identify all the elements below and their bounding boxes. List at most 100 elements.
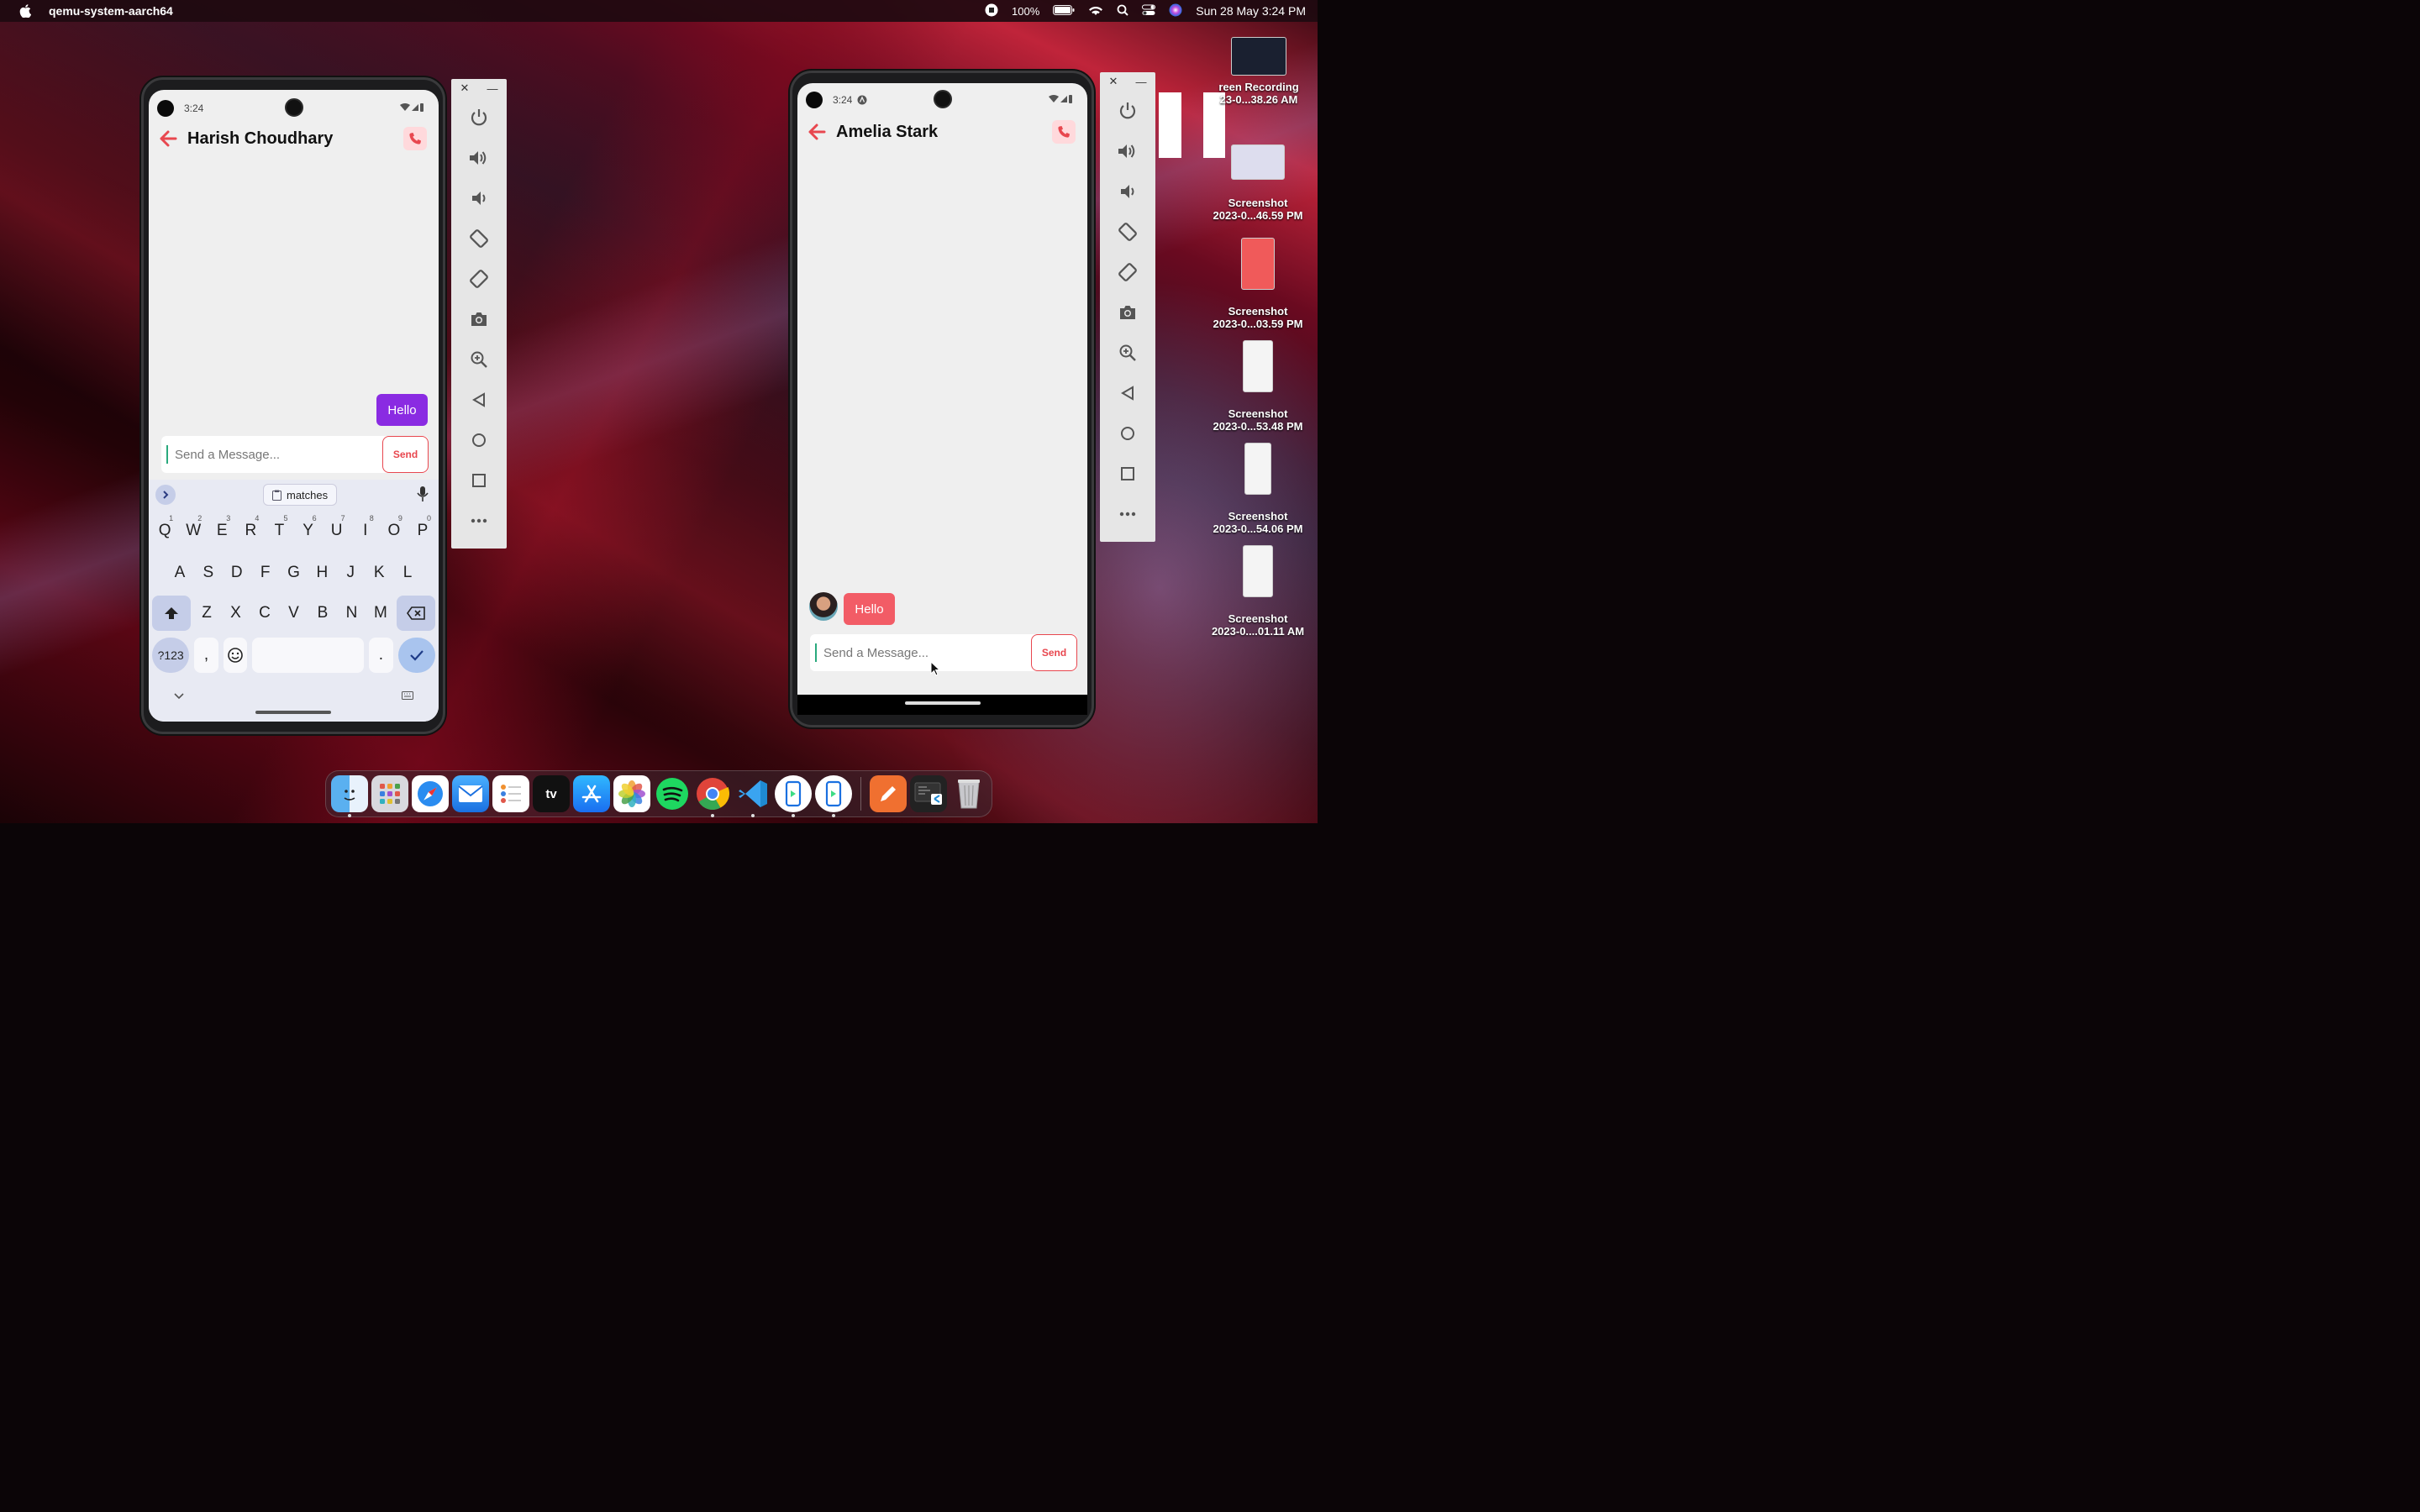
desktop-file-screenshot[interactable]: Screenshot 2023-0....01.11 AM [1199,545,1317,638]
power-button[interactable] [459,97,499,138]
android-emulator-icon[interactable] [815,775,852,817]
emoji-key[interactable] [223,638,248,673]
key-t[interactable]: T5 [266,513,292,549]
appstore-icon[interactable] [573,775,610,812]
volume-up-button[interactable] [1107,131,1148,171]
gesture-nav-bar[interactable] [255,711,331,714]
power-button[interactable] [1107,91,1148,131]
clipboard-suggestion[interactable]: matches [263,484,338,506]
desktop-file-screen-recording[interactable]: reen Recording 23-0...38.26 AM [1200,37,1318,106]
screen-record-icon[interactable] [985,3,998,19]
minimize-icon[interactable]: — [1135,76,1146,88]
desktop-file-screenshot[interactable]: Screenshot 2023-0...53.48 PM [1199,340,1317,433]
keyboard-switch-icon[interactable] [402,691,413,700]
key-m[interactable]: M [368,596,393,631]
close-icon[interactable]: ✕ [460,81,470,95]
desktop-file-screenshot[interactable]: Screenshot 2023-0...54.06 PM [1199,443,1317,535]
desktop-file-screenshot[interactable]: Screenshot 2023-0...03.59 PM [1199,238,1317,330]
key-d[interactable]: D [224,555,250,591]
key-j[interactable]: J [338,555,363,591]
key-l[interactable]: L [395,555,420,591]
key-g[interactable]: G [281,555,307,591]
screenshot-button[interactable] [1107,292,1148,333]
message-input[interactable] [815,643,1031,662]
volume-up-button[interactable] [459,138,499,178]
battery-icon[interactable] [1053,4,1075,18]
key-p[interactable]: P0 [410,513,435,549]
key-x[interactable]: X [223,596,248,631]
finder-icon[interactable] [331,775,368,817]
terminal-vscode-icon[interactable] [910,775,947,812]
control-center-icon[interactable] [1142,4,1156,18]
enter-key[interactable] [397,638,435,673]
microphone-icon[interactable] [417,486,429,501]
shift-key[interactable] [152,596,191,631]
screenshot-button[interactable] [459,299,499,339]
back-arrow-icon[interactable] [159,129,177,148]
key-b[interactable]: B [310,596,335,631]
zoom-button[interactable] [459,339,499,380]
safari-icon[interactable] [412,775,449,812]
wifi-icon[interactable] [1088,4,1103,18]
call-button[interactable] [403,127,427,150]
window-drag-handle[interactable] [1159,92,1181,158]
period-key[interactable]: . [369,638,393,673]
desktop-file-screenshot[interactable]: Screenshot 2023-0...46.59 PM [1199,144,1317,222]
key-y[interactable]: Y6 [296,513,321,549]
overview-button[interactable] [1107,454,1148,494]
rotate-left-button[interactable] [459,218,499,259]
key-q[interactable]: Q1 [152,513,177,549]
symbols-key[interactable]: ?123 [152,638,190,673]
sent-message-bubble[interactable]: Hello [376,394,428,426]
more-button[interactable] [1107,494,1148,534]
key-s[interactable]: S [196,555,221,591]
appletv-icon[interactable]: tv [533,775,570,812]
siri-icon[interactable] [1169,3,1182,19]
minimize-icon[interactable]: — [487,82,497,95]
zoom-button[interactable] [1107,333,1148,373]
send-button[interactable]: Send [1031,634,1077,671]
launchpad-icon[interactable] [371,775,408,812]
back-button[interactable] [459,380,499,420]
emulator-window-left[interactable]: 3:24 Harish Choudhary Hello Send a Messa… [141,77,445,734]
gesture-nav-bar[interactable] [905,701,981,705]
photos-icon[interactable] [613,775,650,812]
backspace-key[interactable] [397,596,435,631]
key-v[interactable]: V [281,596,306,631]
pencil-app-icon[interactable] [870,775,907,812]
home-button[interactable] [1107,413,1148,454]
rotate-right-button[interactable] [459,259,499,299]
back-arrow-icon[interactable] [808,123,826,141]
space-key[interactable] [252,638,365,673]
key-c[interactable]: C [252,596,277,631]
call-button[interactable] [1052,120,1076,144]
volume-down-button[interactable] [1107,171,1148,212]
comma-key[interactable]: , [194,638,218,673]
key-w[interactable]: W2 [181,513,206,549]
mail-icon[interactable] [452,775,489,812]
vscode-icon[interactable] [734,775,771,817]
close-icon[interactable]: ✕ [1109,75,1118,88]
key-f[interactable]: F [253,555,278,591]
key-a[interactable]: A [167,555,192,591]
received-message-bubble[interactable]: Hello [844,593,895,625]
key-z[interactable]: Z [194,596,219,631]
message-input[interactable] [166,445,382,464]
volume-down-button[interactable] [459,178,499,218]
reminders-icon[interactable] [492,775,529,812]
key-e[interactable]: E3 [209,513,234,549]
spotify-icon[interactable] [654,775,691,812]
send-button[interactable]: Send [382,436,429,473]
key-n[interactable]: N [339,596,364,631]
emulator-window-right[interactable]: 3:24 Amelia Stark Hello Send [790,71,1094,727]
key-r[interactable]: R4 [238,513,263,549]
spotlight-search-icon[interactable] [1117,4,1128,18]
more-button[interactable] [459,501,499,541]
trash-icon[interactable] [950,775,987,812]
rotate-right-button[interactable] [1107,252,1148,292]
key-i[interactable]: I8 [353,513,378,549]
key-u[interactable]: U7 [324,513,350,549]
overview-button[interactable] [459,460,499,501]
back-button[interactable] [1107,373,1148,413]
hide-keyboard-icon[interactable] [174,693,184,700]
